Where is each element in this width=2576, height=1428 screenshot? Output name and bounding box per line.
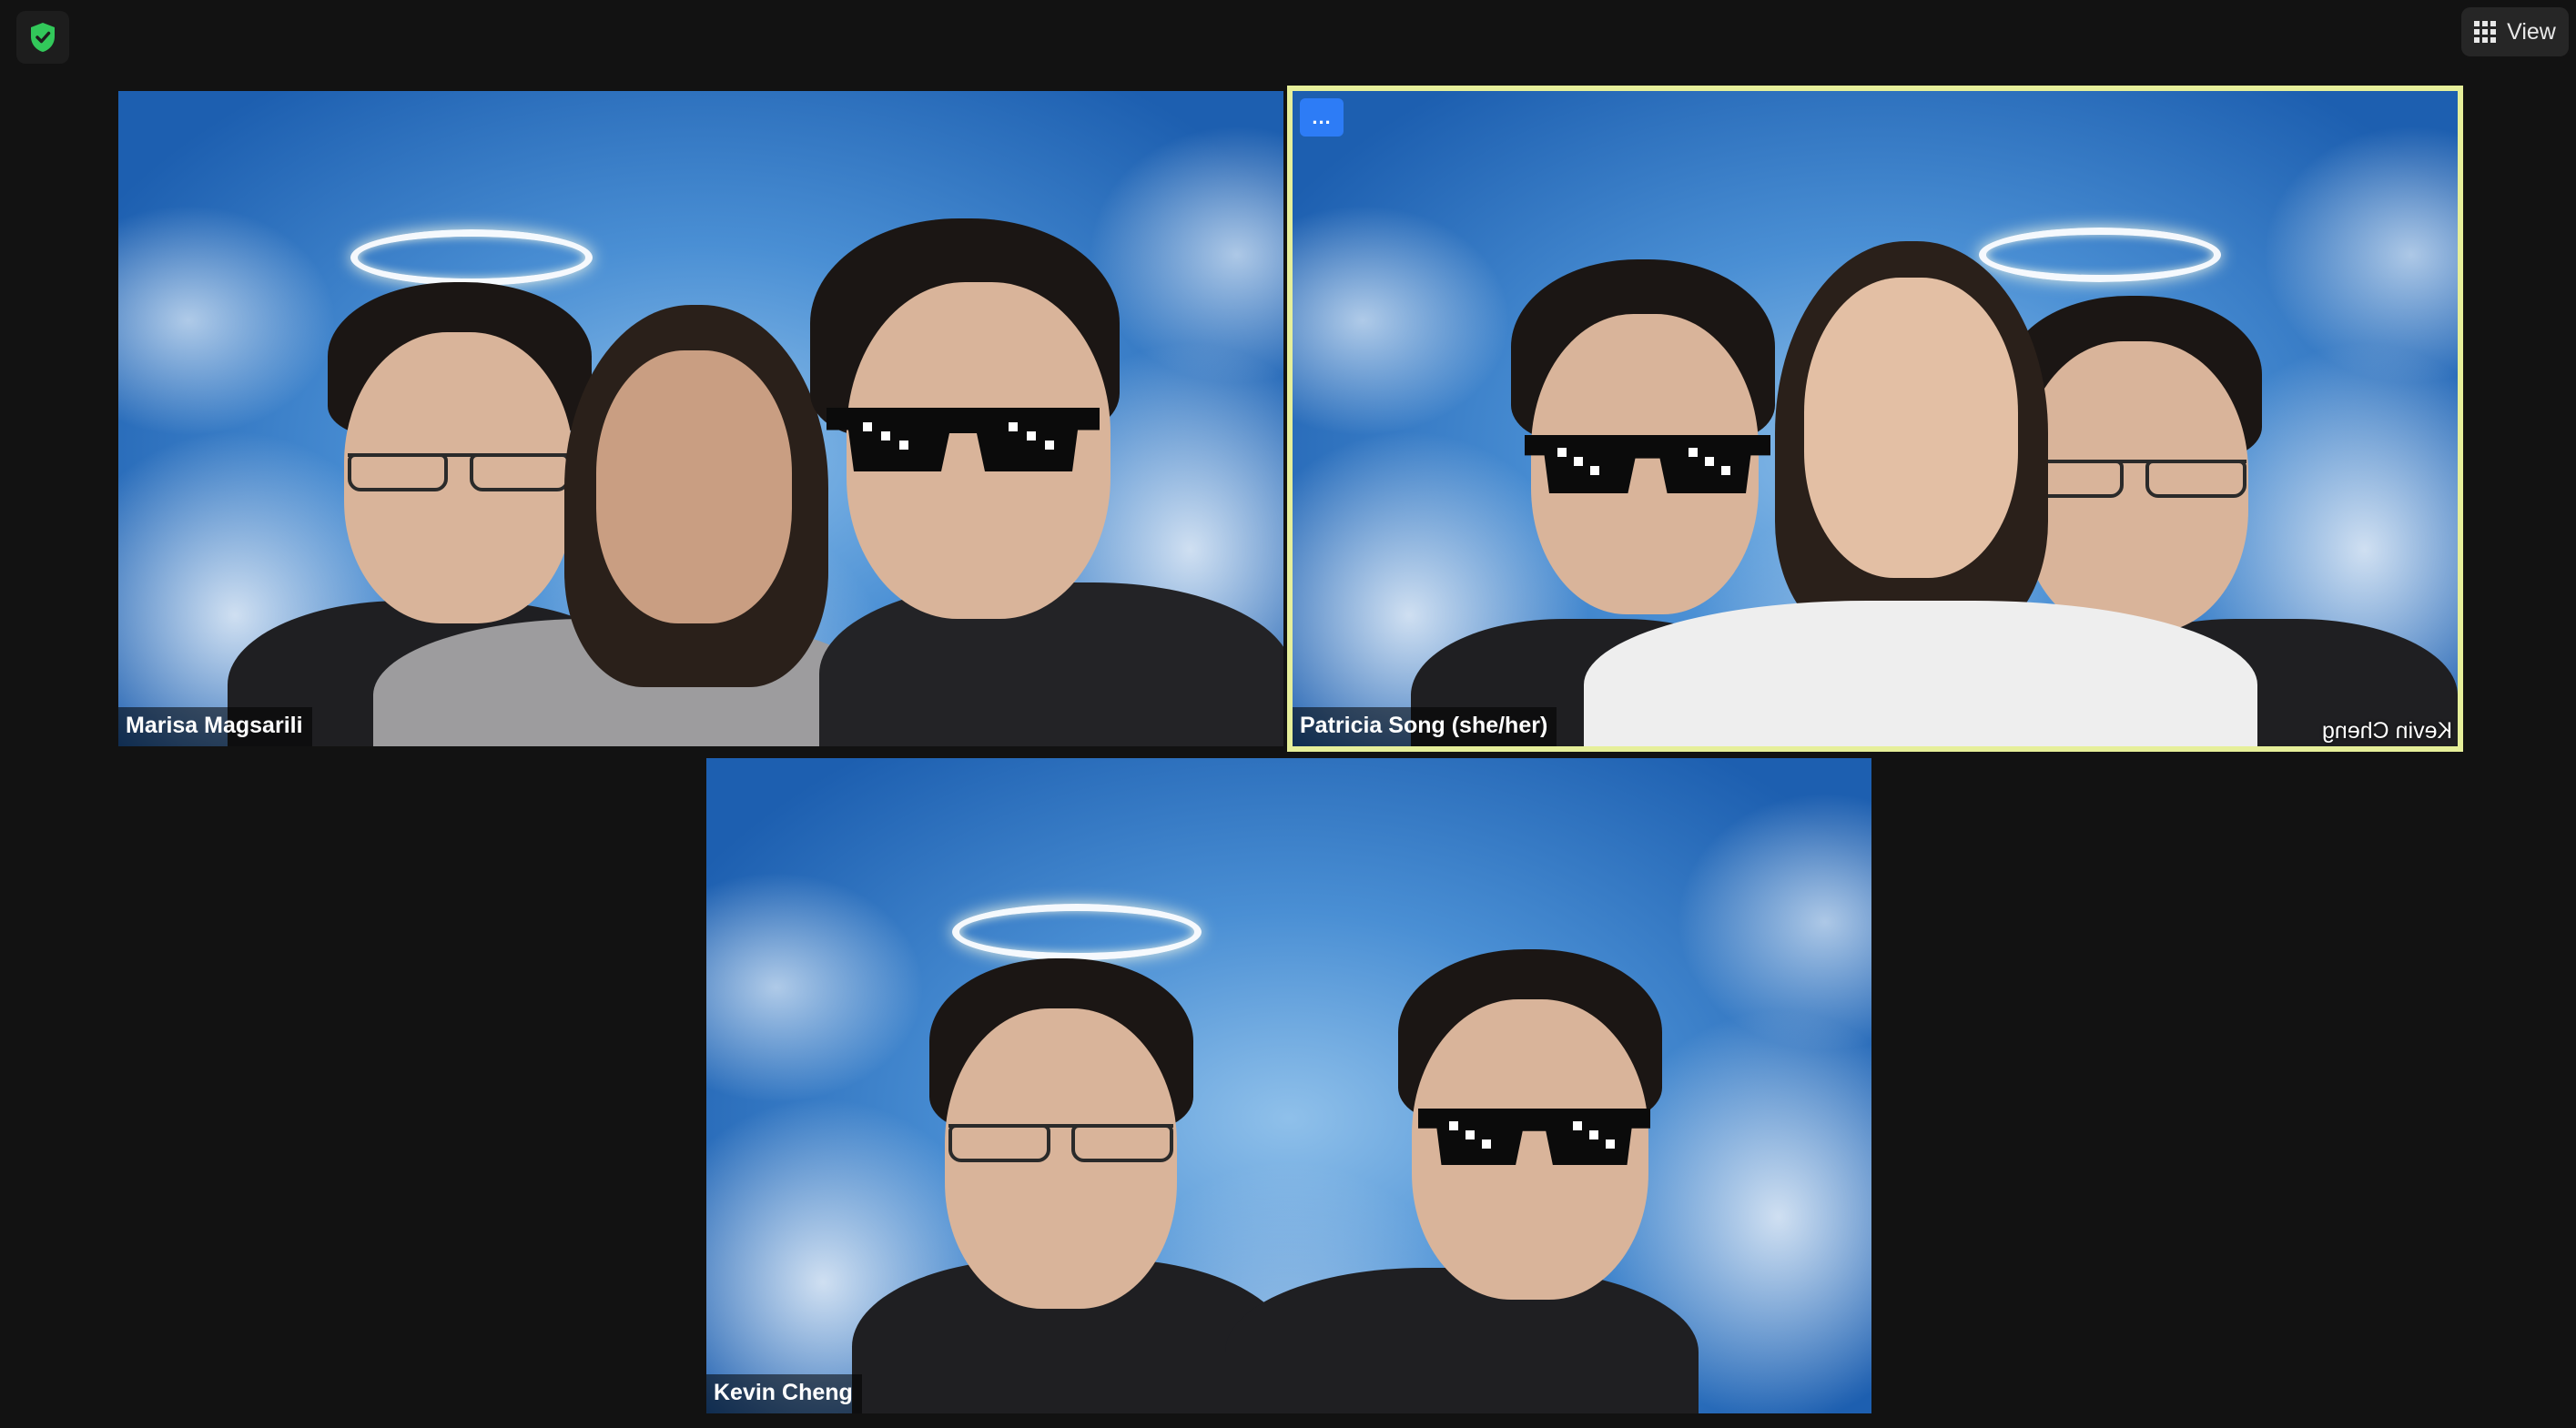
view-button-label: View — [2507, 18, 2556, 45]
video-tile-kevin[interactable]: Kevin Cheng — [706, 758, 1871, 1413]
mirrored-name-text: Kevin Cheng — [2321, 718, 2452, 744]
more-options-button[interactable]: ... — [1300, 98, 1344, 137]
grid-icon — [2474, 21, 2497, 43]
video-tile-marisa[interactable]: Marisa Magsarili — [118, 91, 1283, 746]
participant-name-label: Kevin Cheng — [706, 1374, 862, 1413]
security-shield-icon[interactable] — [16, 11, 69, 64]
participant-name-label: Patricia Song (she/her) — [1293, 707, 1557, 746]
video-tile-patricia[interactable]: ... Patricia Song (she/her) Kevin Cheng — [1287, 86, 2463, 752]
view-button[interactable]: View — [2461, 7, 2569, 56]
participant-name-label: Marisa Magsarili — [118, 707, 312, 746]
